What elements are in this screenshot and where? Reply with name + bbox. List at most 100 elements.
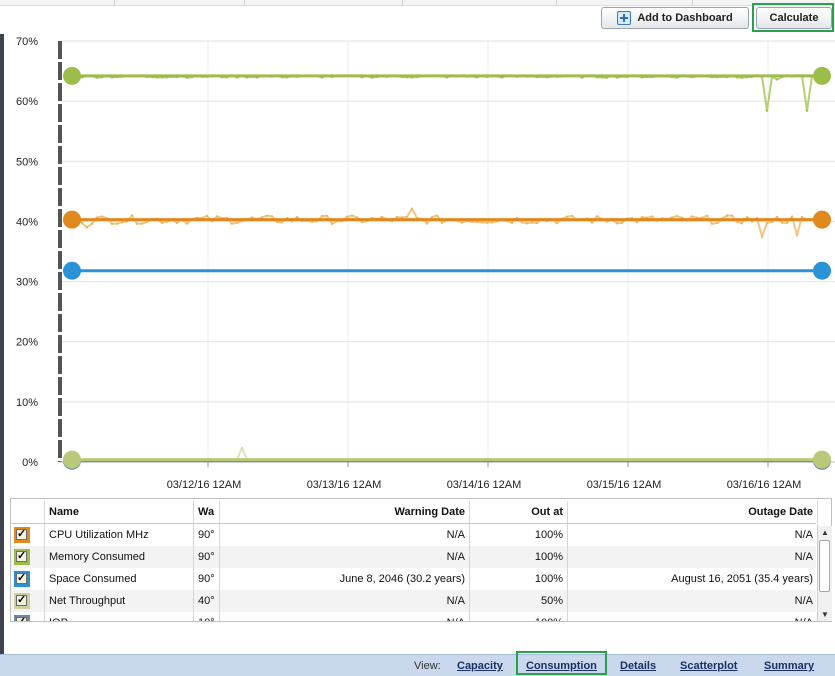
view-label: View: (414, 660, 441, 672)
series-point (555, 222, 559, 225)
series-point (100, 215, 104, 218)
series-point (120, 221, 124, 224)
series-point (485, 221, 489, 224)
table-row[interactable]: ✓IOP10°N/A100%N/A (11, 612, 818, 621)
row-checkbox-cell: ✓ (11, 524, 45, 546)
scroll-up-arrow-icon[interactable]: ▲ (818, 526, 832, 539)
series-point (800, 215, 804, 219)
view-link-summary[interactable]: Summary (764, 660, 814, 672)
trend-start-marker (63, 450, 81, 469)
x-tick-label: 03/13/16 12AM (307, 479, 382, 491)
series-point (320, 214, 324, 218)
series-point (430, 216, 434, 219)
cell-name: Memory Consumed (45, 546, 194, 568)
view-link-scatterplot[interactable]: Scatterplot (680, 660, 737, 672)
series-checkbox[interactable]: ✓ (14, 527, 30, 543)
x-tick-label: 03/16/16 12AM (727, 479, 802, 491)
series-checkbox[interactable]: ✓ (14, 571, 30, 587)
add-to-dashboard-button[interactable]: Add to Dashboard (601, 7, 749, 29)
series-point (785, 221, 789, 224)
header-out-at[interactable]: Out at (470, 501, 568, 523)
series-point (725, 214, 729, 217)
series-point (770, 220, 774, 224)
scroll-down-arrow-icon[interactable]: ▼ (818, 608, 832, 621)
trend-start-marker (63, 210, 81, 229)
header-name[interactable]: Name (45, 501, 194, 523)
cell-warn-at: 90° (194, 568, 220, 590)
series-point (145, 220, 149, 224)
header-outage-date[interactable]: Outage Date (568, 501, 818, 523)
row-checkbox-cell: ✓ (11, 568, 45, 590)
y-tick-label: 0% (22, 457, 38, 469)
series-point (425, 222, 429, 225)
trend-end-marker (813, 450, 831, 469)
series-point (620, 221, 624, 224)
row-checkbox-cell: ✓ (11, 546, 45, 568)
trend-start-marker (63, 66, 81, 85)
series-point (590, 221, 594, 224)
series-checkbox[interactable]: ✓ (14, 615, 30, 621)
series-point (115, 222, 119, 225)
x-tick-label: 03/15/16 12AM (587, 479, 662, 491)
series-point (350, 214, 354, 217)
cell-out-at: 100% (470, 568, 568, 590)
series-point (640, 216, 644, 219)
series-checkbox[interactable]: ✓ (14, 593, 30, 609)
table-scrollbar[interactable]: ▲ ▼ (817, 526, 832, 621)
cell-outage-date: N/A (568, 612, 818, 621)
series-point (240, 447, 244, 450)
checkmark-icon: ✓ (16, 572, 27, 584)
series-point (345, 215, 349, 218)
header-warn-at[interactable]: Wa (194, 501, 220, 523)
series-point (80, 221, 84, 225)
y-tick-label: 50% (16, 156, 38, 168)
trend-end-marker (813, 210, 831, 229)
series-point (480, 221, 484, 224)
series-point (525, 222, 529, 225)
header-warning-date[interactable]: Warning Date (220, 501, 470, 523)
scroll-thumb[interactable] (819, 540, 830, 592)
series-point (260, 216, 264, 219)
view-bar: View: Capacity Consumption Details Scatt… (0, 654, 835, 676)
series-point (780, 221, 784, 224)
view-link-capacity[interactable]: Capacity (457, 660, 503, 672)
series-point (135, 222, 139, 225)
series-point (765, 221, 769, 225)
series-point (690, 215, 694, 218)
series-point (675, 215, 679, 218)
trend-start-marker (63, 261, 81, 280)
series-point (530, 221, 534, 224)
table-row[interactable]: ✓ CPU Utilization MHz 90° N/A 100% N/A (11, 524, 818, 546)
plus-icon (617, 11, 632, 25)
view-link-details[interactable]: Details (620, 660, 656, 672)
cell-out-at: 100% (470, 612, 568, 621)
table-row[interactable]: ✓ Space Consumed 90° June 8, 2046 (30.2 yea… (11, 568, 818, 590)
table-row[interactable]: ✓ Memory Consumed 90° N/A 100% N/A (11, 546, 818, 568)
series-point (795, 233, 799, 236)
cell-name: Space Consumed (45, 568, 194, 590)
cell-warning-date: N/A (220, 590, 470, 612)
series-point (215, 215, 219, 218)
table-row[interactable]: ✓ Net Throughput 40° N/A 50% N/A (11, 590, 818, 612)
consumption-chart[interactable]: 0% 10% 20% 30% 40% 50% 60% 70% 03/12/16 12AM 03/1… (0, 32, 835, 498)
y-tick-label: 70% (16, 36, 38, 48)
series-point (775, 215, 779, 219)
series-checkbox[interactable]: ✓ (14, 549, 30, 565)
series-point (730, 214, 734, 217)
trend-end-marker (813, 261, 831, 280)
series-point (85, 226, 89, 229)
trend-end-marker (813, 66, 831, 85)
series-point (740, 222, 744, 225)
cell-name: CPU Utilization MHz (45, 524, 194, 546)
series-point (790, 215, 794, 218)
checkmark-icon: ✓ (16, 617, 27, 621)
header-checkbox-col (11, 501, 45, 523)
series-point (140, 222, 144, 225)
series-point (270, 215, 274, 218)
cell-out-at: 50% (470, 590, 568, 612)
cell-warning-date: June 8, 2046 (30.2 years) (220, 568, 470, 590)
series-point (715, 221, 719, 225)
series-point (325, 214, 329, 217)
series-point (760, 235, 764, 238)
cell-outage-date: N/A (568, 546, 818, 568)
